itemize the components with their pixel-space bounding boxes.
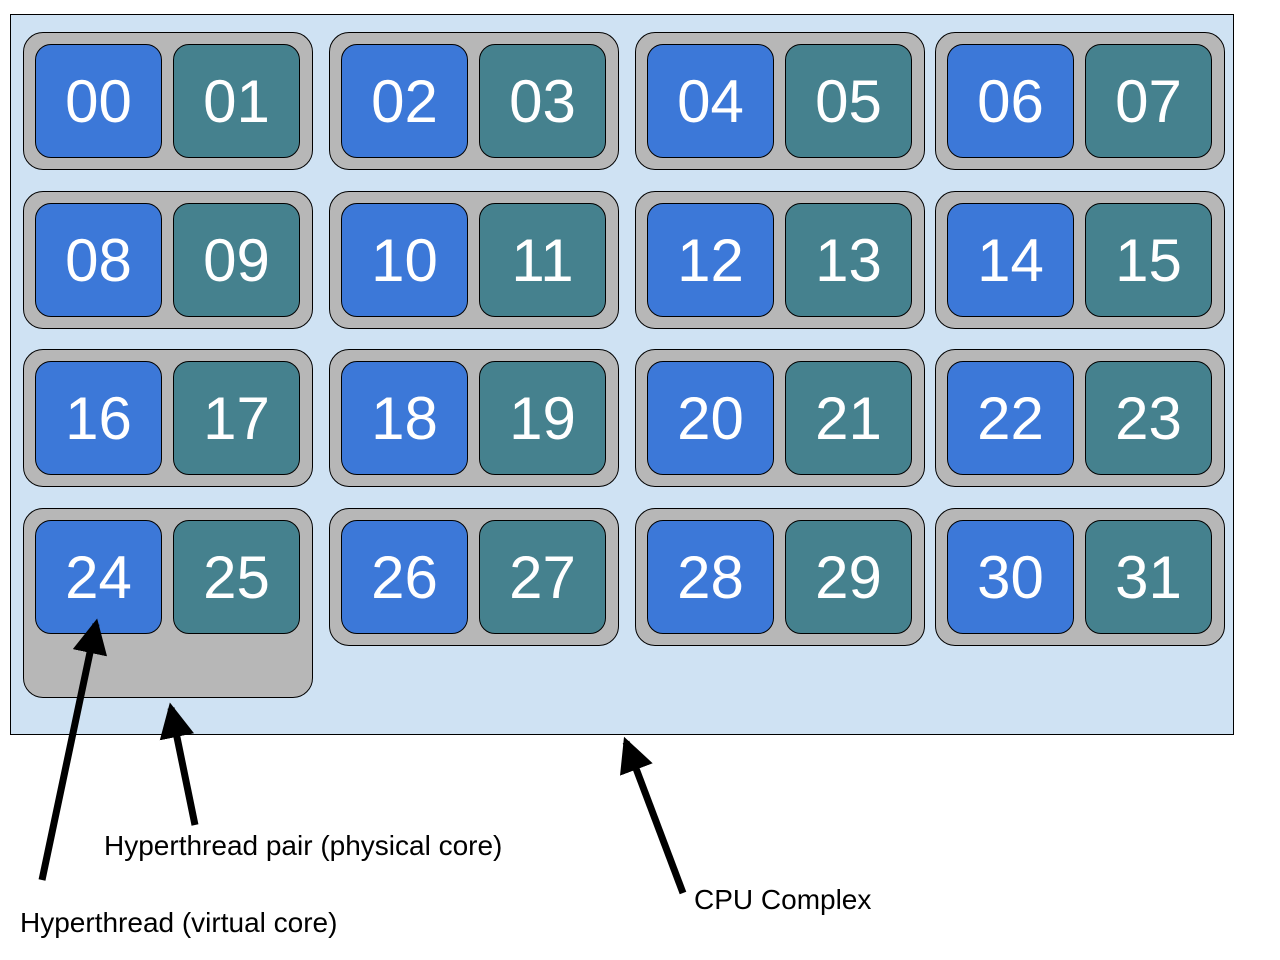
arrow-to-hyperthread [38, 618, 108, 881]
label-cpu-complex: CPU Complex [694, 884, 872, 915]
arrow-to-hyperthread-pair [159, 702, 199, 826]
label-hyperthread-pair: Hyperthread pair (physical core) [104, 830, 503, 861]
label-hyperthread: Hyperthread (virtual core) [20, 907, 338, 938]
annotation-arrows [38, 618, 687, 895]
arrow-to-cpu-complex [620, 736, 687, 895]
